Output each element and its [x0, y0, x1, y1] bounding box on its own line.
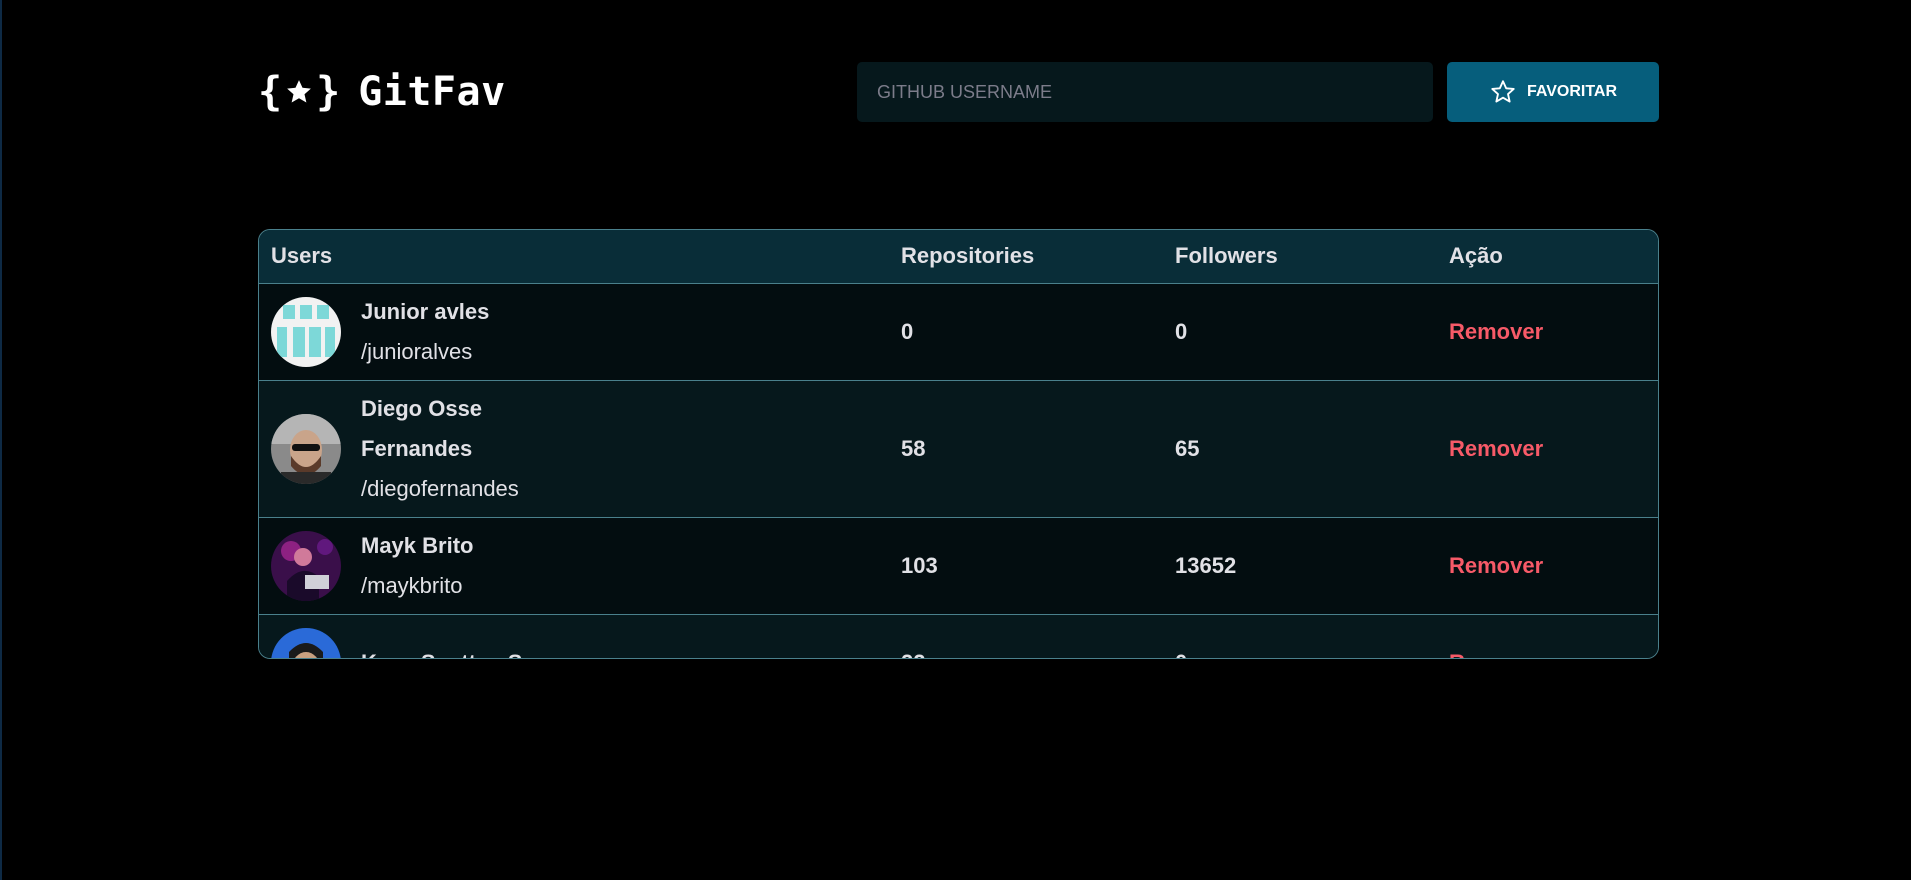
repositories-count: 103: [901, 552, 938, 578]
user-cell: Diego Osse Fernandes /diegofernandes: [259, 380, 889, 517]
user-name-line1: Diego Osse: [361, 395, 483, 421]
table-row: Mayk Brito /maykbrito 103 13652 Remover: [259, 517, 1658, 614]
action-cell: Remover: [1437, 614, 1658, 658]
user-cell: Mayk Brito /maykbrito: [259, 517, 889, 614]
table-row: Junior avles /junioralves 0 0 Remover: [259, 283, 1658, 380]
action-cell: Remover: [1437, 380, 1658, 517]
logo: { } GitFav: [258, 68, 506, 116]
header: { } GitFav FAVORITAR: [258, 62, 1659, 122]
logo-star-icon: [287, 80, 311, 103]
followers-count: 0: [1163, 614, 1437, 658]
repositories-count: 22: [889, 614, 1163, 658]
logo-brace-left: {: [258, 69, 283, 115]
remove-button[interactable]: Remover: [1449, 436, 1543, 462]
remove-button[interactable]: Remover: [1449, 319, 1543, 345]
user-name: Mayk Brito: [361, 532, 474, 558]
avatar: [271, 413, 341, 484]
action-cell: Remover: [1437, 517, 1658, 614]
star-icon: [1491, 80, 1515, 103]
user-cell: Junior avles /junioralves: [259, 283, 889, 380]
action-cell: Remover: [1437, 283, 1658, 380]
repositories-count: 0: [901, 318, 914, 344]
avatar: [271, 530, 341, 601]
favoritar-button-label: FAVORITAR: [1526, 83, 1618, 100]
favoritar-button[interactable]: FAVORITAR: [1447, 62, 1659, 122]
user-login-link[interactable]: /junioralves: [361, 332, 489, 372]
app-title: GitFav: [358, 69, 506, 115]
followers-count: 0: [1175, 318, 1188, 344]
table-row: Kaua Santtos Souza 22 0 Remover: [259, 614, 1658, 658]
remove-button[interactable]: Remover: [1449, 553, 1543, 579]
avatar: [271, 627, 341, 658]
page: { } GitFav FAVORITAR Users R: [0, 0, 1911, 880]
header-followers: Followers: [1163, 230, 1437, 284]
repositories-count: 58: [901, 435, 926, 461]
followers-count: 13652: [1175, 552, 1237, 578]
header-repositories: Repositories: [889, 230, 1163, 284]
favorites-table-container[interactable]: Users Repositories Followers Ação Junior…: [258, 229, 1659, 659]
remove-button[interactable]: Remover: [1449, 650, 1543, 658]
user-name: Junior avles: [361, 298, 490, 324]
github-username-input[interactable]: [857, 62, 1433, 122]
favorites-table: Users Repositories Followers Ação Junior…: [259, 230, 1658, 658]
user-name-line2: Fernandes: [361, 435, 473, 461]
user-name: Kaua Santtos Souza: [361, 643, 572, 658]
header-acao: Ação: [1437, 230, 1658, 284]
avatar: [271, 296, 341, 367]
user-login-link[interactable]: /maykbrito: [361, 566, 473, 606]
table-row: Diego Osse Fernandes /diegofernandes 58 …: [259, 380, 1658, 517]
user-login-link[interactable]: /diegofernandes: [361, 469, 519, 509]
followers-count: 65: [1175, 435, 1200, 461]
table-header-row: Users Repositories Followers Ação: [259, 230, 1658, 284]
header-users: Users: [259, 230, 889, 284]
logo-brace-right: }: [316, 69, 341, 115]
logo-mark: { }: [258, 72, 340, 112]
user-cell: Kaua Santtos Souza: [259, 614, 889, 658]
